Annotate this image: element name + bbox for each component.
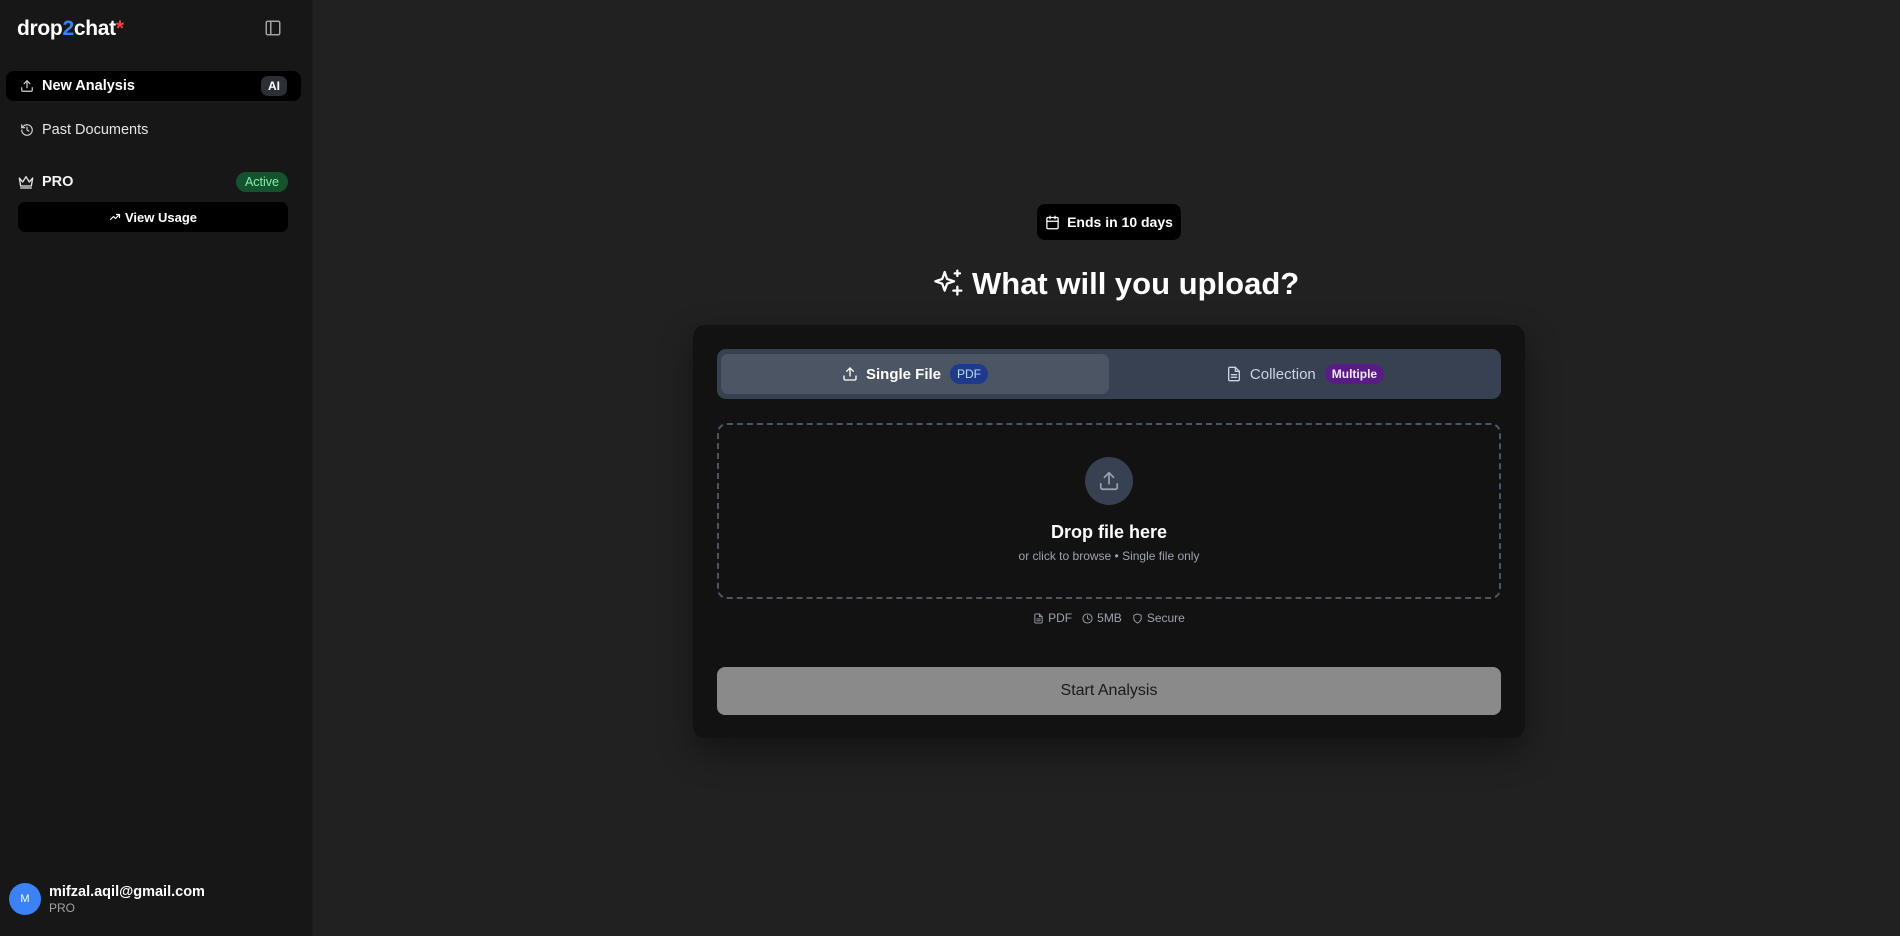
brand-logo[interactable]: drop2chat* bbox=[17, 17, 124, 41]
file-requirements: PDF 5MB Secure bbox=[693, 611, 1525, 625]
avatar: M bbox=[9, 883, 41, 915]
upload-circle-icon bbox=[1085, 457, 1133, 505]
tab-single-file[interactable]: Single File PDF bbox=[721, 354, 1109, 394]
upload-icon bbox=[842, 366, 858, 382]
history-icon bbox=[20, 123, 34, 137]
crown-icon bbox=[18, 174, 34, 190]
page-title: What will you upload? bbox=[932, 262, 1299, 306]
trial-ends-label: Ends in 10 days bbox=[1067, 214, 1173, 230]
shield-icon bbox=[1132, 612, 1143, 624]
nav-new-analysis[interactable]: New Analysis AI bbox=[6, 71, 301, 101]
trial-ends-badge: Ends in 10 days bbox=[1037, 204, 1181, 240]
file-text-icon bbox=[1226, 366, 1242, 382]
meta-size-label: 5MB bbox=[1097, 611, 1122, 625]
dropzone-subtitle: or click to browse • Single file only bbox=[1018, 549, 1200, 563]
brand-text-drop: drop bbox=[17, 17, 63, 40]
page-title-text: What will you upload? bbox=[972, 266, 1300, 301]
trending-up-icon bbox=[109, 211, 121, 223]
upload-mode-tabs: Single File PDF Collection Multiple bbox=[717, 349, 1501, 399]
tab-single-file-label: Single File bbox=[865, 365, 941, 383]
user-plan: PRO bbox=[49, 900, 76, 915]
upload-card: Single File PDF Collection Multiple Drop… bbox=[693, 325, 1525, 738]
tab-collection[interactable]: Collection Multiple bbox=[1113, 354, 1497, 394]
plan-label: PRO bbox=[42, 174, 74, 190]
sidebar-toggle-icon[interactable] bbox=[264, 19, 282, 37]
file-dropzone[interactable]: Drop file here or click to browse • Sing… bbox=[717, 423, 1501, 599]
view-usage-label: View Usage bbox=[124, 209, 198, 225]
nav-new-analysis-label: New Analysis bbox=[42, 78, 135, 94]
meta-secure: Secure bbox=[1132, 611, 1185, 625]
start-analysis-button[interactable]: Start Analysis bbox=[717, 667, 1501, 715]
dropzone-title: Drop file here bbox=[1050, 522, 1168, 542]
tab-collection-label: Collection bbox=[1249, 365, 1316, 383]
nav-past-documents-label: Past Documents bbox=[42, 122, 149, 138]
meta-size: 5MB bbox=[1082, 611, 1122, 625]
brand-text-chat: chat bbox=[73, 17, 116, 40]
user-email: mifzal.aqil@gmail.com bbox=[49, 883, 205, 900]
calendar-icon bbox=[1045, 215, 1060, 230]
nav-past-documents[interactable]: Past Documents bbox=[6, 115, 301, 145]
view-usage-button[interactable]: View Usage bbox=[18, 202, 288, 232]
brand-text-2: 2 bbox=[62, 17, 74, 40]
sparkles-icon bbox=[932, 268, 964, 300]
clock-icon bbox=[1082, 612, 1093, 624]
user-account[interactable]: M mifzal.aqil@gmail.com PRO bbox=[9, 883, 205, 915]
plan-status-badge: Active bbox=[235, 172, 288, 192]
pdf-badge: PDF bbox=[950, 364, 988, 384]
brand-star: * bbox=[115, 17, 124, 40]
meta-pdf-label: PDF bbox=[1048, 611, 1073, 625]
meta-secure-label: Secure bbox=[1146, 611, 1185, 625]
sidebar: drop2chat* New Analysis AI Past Document… bbox=[0, 0, 313, 936]
ai-badge: AI bbox=[261, 76, 287, 96]
plan-row: PRO Active bbox=[18, 171, 288, 193]
file-icon bbox=[1033, 612, 1044, 624]
upload-icon bbox=[20, 79, 34, 93]
meta-pdf: PDF bbox=[1033, 611, 1072, 625]
multiple-badge: Multiple bbox=[1324, 364, 1385, 384]
